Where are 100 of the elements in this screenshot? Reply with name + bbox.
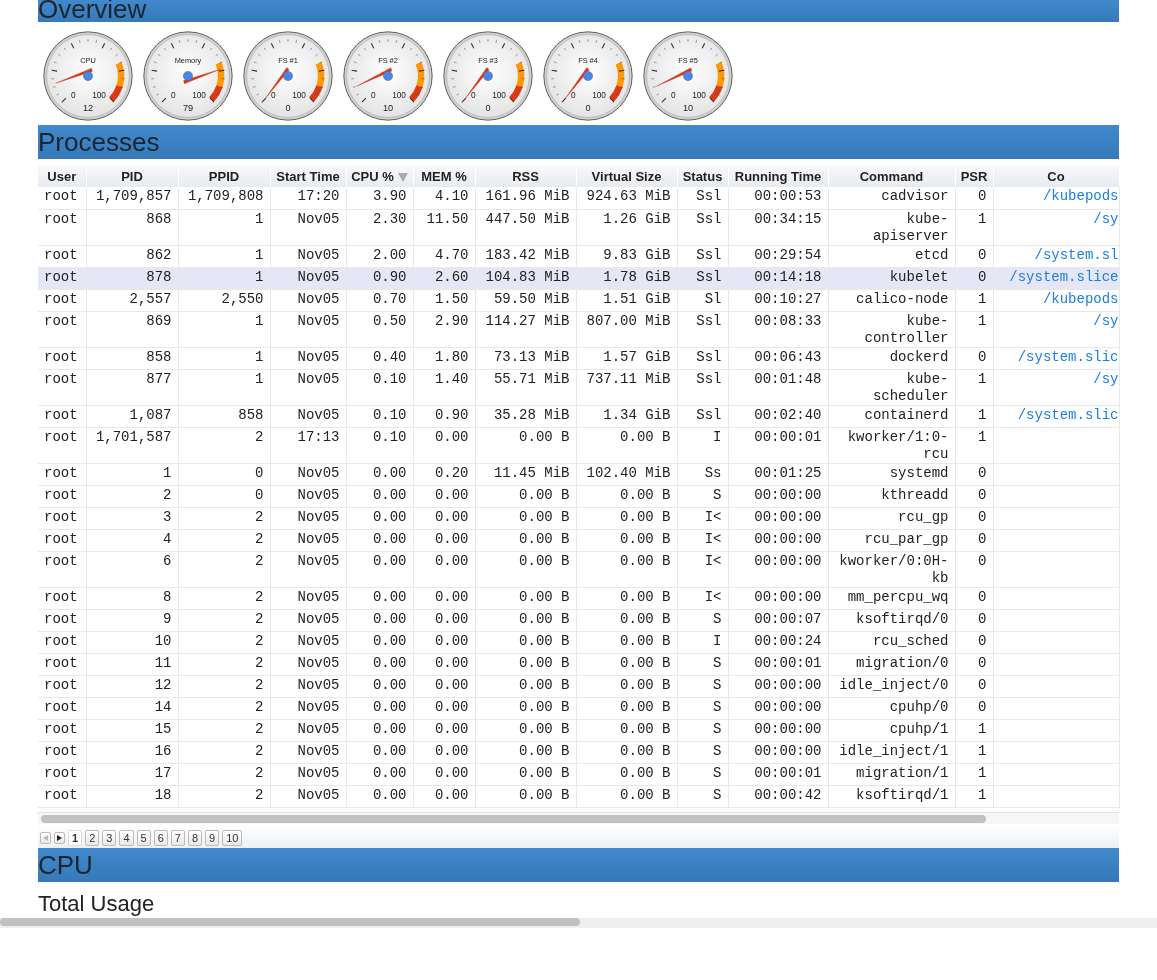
gauge-min-label: 0 [671, 91, 676, 101]
column-header[interactable]: CPU % [346, 165, 413, 187]
table-cell: 0 [978, 188, 987, 204]
table-cell: rcu_gp [898, 508, 949, 525]
table-cell: 17:20 [297, 188, 340, 204]
next-page-button[interactable] [54, 831, 65, 844]
table-cell: 0.00 [372, 720, 407, 737]
column-header[interactable]: User [38, 165, 86, 187]
page-button[interactable]: 10 [222, 829, 243, 846]
table-cell: Ssl [696, 312, 722, 329]
table-cell: root [44, 210, 78, 227]
page-button[interactable]: 6 [153, 829, 168, 846]
table-cell: root [44, 428, 78, 445]
table-cell: 1.34 GiB [603, 406, 671, 423]
column-header[interactable]: RSS [475, 165, 576, 187]
table-cell: root [44, 246, 78, 263]
table-cell: 161.96 MiB [485, 188, 570, 204]
column-header[interactable]: PID [86, 165, 178, 187]
table-cell: 0 [978, 610, 987, 627]
table-cell: 0.00 B [620, 786, 671, 803]
table-cell: dockerd [889, 348, 949, 365]
table-cell: Ssl [696, 348, 722, 365]
table-cell: 1 [978, 406, 987, 423]
gauge-label: FS #4 [578, 56, 598, 66]
subsection-title: Total Usage [38, 891, 156, 916]
page-button[interactable]: 9 [205, 829, 220, 846]
table-cell: 0.00 B [519, 610, 570, 627]
gauge-min-label: 0 [71, 91, 76, 101]
table-cell: 0.00 B [519, 654, 570, 671]
table-cell: 0.00 B [519, 632, 570, 649]
table-cell: 2.30 [372, 210, 407, 227]
table-cell: 00:01:48 [754, 370, 822, 387]
table-cell: 4.10 [434, 188, 469, 204]
table-cell: 0 [978, 552, 987, 569]
table-cell: 1 [255, 268, 264, 285]
table-cell: 0.00 [372, 698, 407, 715]
table-cell: 183.42 MiB [485, 246, 570, 263]
column-header[interactable]: PSR [955, 165, 993, 187]
table-cell: 0.00 B [620, 632, 671, 649]
page-button[interactable]: 1 [68, 829, 83, 846]
table-cell: 0.90 [434, 406, 469, 423]
table-cell: 0.00 [434, 588, 469, 605]
page-button[interactable]: 2 [85, 829, 100, 846]
column-header[interactable]: Virtual Size [576, 165, 677, 187]
table-cell: 0.00 [434, 676, 469, 693]
column-header[interactable]: Command [828, 165, 955, 187]
gauge-label: FS #1 [278, 56, 298, 66]
table-cell: 0.00 B [620, 530, 671, 547]
table-cell: I< [704, 508, 722, 525]
horizontal-scrollbar[interactable] [0, 917, 1157, 928]
table-cell: S [713, 676, 722, 693]
table-cell: 1,709,808 [187, 188, 264, 204]
gauge-max-label: 100 [692, 91, 706, 101]
page-button[interactable]: 4 [119, 829, 134, 846]
table-cell: Ss [704, 464, 722, 481]
table-cell: 2 [255, 764, 264, 781]
page-button[interactable]: 7 [170, 829, 185, 846]
table-cell: migration/0 [856, 654, 949, 671]
table-cell: 0 [978, 348, 987, 365]
table-cell: Nov05 [297, 654, 340, 671]
table-cell: 0.00 B [620, 610, 671, 627]
table-cell: 00:00:01 [754, 764, 822, 781]
page-button[interactable]: 5 [136, 829, 151, 846]
page-button[interactable]: 8 [187, 829, 202, 846]
horizontal-scrollbar[interactable] [38, 811, 1119, 824]
table-cell: 0.00 [372, 530, 407, 547]
table-cell: Nov05 [297, 720, 340, 737]
table-cell: 35.28 MiB [493, 406, 570, 423]
table-cell: root [44, 312, 78, 329]
table-cell: cpuhp/1 [889, 720, 949, 737]
column-header[interactable]: Running Time [728, 165, 828, 187]
column-header[interactable]: PPID [178, 165, 270, 187]
gauge-value: 0 [285, 102, 291, 113]
page-button[interactable]: 3 [102, 829, 117, 846]
table-cell: Nov05 [297, 632, 340, 649]
table-cell: 0.00 [434, 552, 469, 569]
table-cell: 2 [255, 698, 264, 715]
table-cell: Sl [704, 290, 722, 307]
table-cell: Nov05 [297, 268, 340, 285]
table-cell: 00:06:43 [754, 348, 822, 365]
column-header[interactable]: Co [993, 165, 1119, 187]
table-cell: Nov05 [297, 588, 340, 605]
table-cell: 0.00 [434, 764, 469, 781]
table-cell: S [713, 698, 722, 715]
table-cell: 1 [978, 290, 987, 307]
table-cell: root [44, 610, 78, 627]
table-cell: 102.40 MiB [586, 464, 671, 481]
table-cell: 1.51 GiB [603, 290, 671, 307]
column-header[interactable]: MEM % [413, 165, 475, 187]
table-cell: root [44, 268, 78, 285]
table-cell: 0.00 B [519, 720, 570, 737]
gauge-label: FS #5 [678, 56, 698, 66]
table-cell: /system.sl [1034, 246, 1118, 263]
column-header[interactable]: Status [677, 165, 728, 187]
table-cell: S [713, 742, 722, 759]
table-cell: 6 [163, 552, 172, 569]
column-header[interactable]: Start Time [270, 165, 346, 187]
gauge-needle [656, 67, 693, 87]
table-cell: 00:10:27 [754, 290, 822, 307]
table-cell: 00:00:00 [754, 720, 822, 737]
